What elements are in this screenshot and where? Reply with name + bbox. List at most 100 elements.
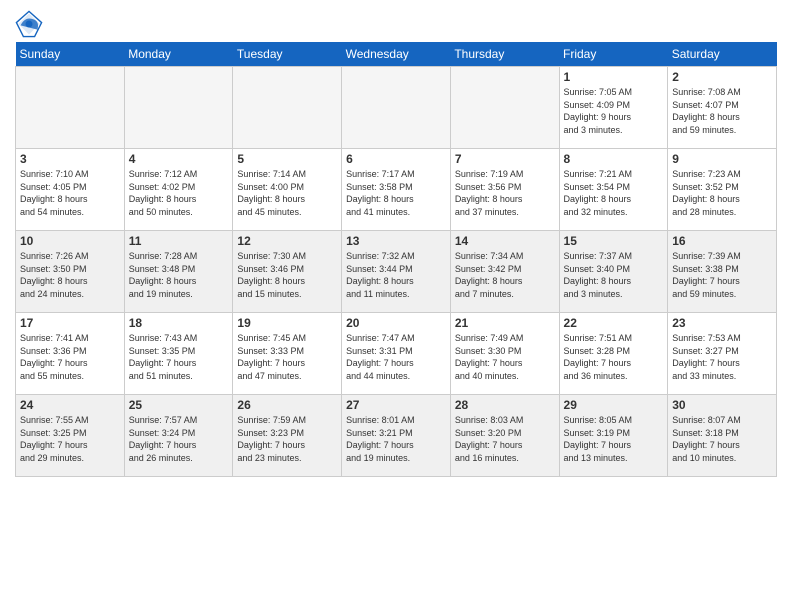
day-info: Sunrise: 7:12 AM Sunset: 4:02 PM Dayligh… [129, 168, 229, 218]
calendar-cell: 29Sunrise: 8:05 AM Sunset: 3:19 PM Dayli… [559, 395, 668, 477]
calendar-cell: 14 Sunrise: 7:34 AM Sunset: 3:42 PM Dayli… [450, 231, 559, 313]
week-row-3: 17 Sunrise: 7:41 AM Sunset: 3:36 PM Dayli… [16, 313, 777, 395]
day-number: 17 [20, 316, 120, 330]
calendar-cell: 11Sunrise: 7:28 AM Sunset: 3:48 PM Dayli… [124, 231, 233, 313]
day-number: 13 [346, 234, 446, 248]
day-number: 7 [455, 152, 555, 166]
week-row-4: 24 Sunrise: 7:55 AM Sunset: 3:25 PM Dayli… [16, 395, 777, 477]
day-number: 26 [237, 398, 337, 412]
day-info: Sunrise: 7:57 AM Sunset: 3:24 PM Dayligh… [129, 414, 229, 464]
day-number: 8 [564, 152, 664, 166]
day-header-friday: Friday [559, 42, 668, 67]
day-info: Sunrise: 7:17 AM Sunset: 3:58 PM Dayligh… [346, 168, 446, 218]
calendar-cell: 1 Sunrise: 7:05 AM Sunset: 4:09 PM Daylig… [559, 67, 668, 149]
calendar-cell: 30 Sunrise: 8:07 AM Sunset: 3:18 PM Dayli… [668, 395, 777, 477]
calendar-cell: 2 Sunrise: 7:08 AM Sunset: 4:07 PM Daylig… [668, 67, 777, 149]
logo [15, 10, 47, 38]
day-number: 27 [346, 398, 446, 412]
calendar-header-row: SundayMondayTuesdayWednesdayThursdayFrid… [16, 42, 777, 67]
day-info: Sunrise: 7:47 AM Sunset: 3:31 PM Dayligh… [346, 332, 446, 382]
calendar-cell: 5 Sunrise: 7:14 AM Sunset: 4:00 PM Daylig… [233, 149, 342, 231]
calendar-cell: 18 Sunrise: 7:43 AM Sunset: 3:35 PM Dayli… [124, 313, 233, 395]
calendar-cell [233, 67, 342, 149]
day-info: Sunrise: 7:05 AM Sunset: 4:09 PM Dayligh… [564, 86, 664, 136]
calendar-cell: 27Sunrise: 8:01 AM Sunset: 3:21 PM Dayli… [342, 395, 451, 477]
week-row-2: 10 Sunrise: 7:26 AM Sunset: 3:50 PM Dayli… [16, 231, 777, 313]
day-number: 2 [672, 70, 772, 84]
calendar-cell: 25 Sunrise: 7:57 AM Sunset: 3:24 PM Dayli… [124, 395, 233, 477]
calendar-cell: 17 Sunrise: 7:41 AM Sunset: 3:36 PM Dayli… [16, 313, 125, 395]
day-number: 15 [564, 234, 664, 248]
day-number: 24 [20, 398, 120, 412]
day-info: Sunrise: 7:55 AM Sunset: 3:25 PM Dayligh… [20, 414, 120, 464]
day-info: Sunrise: 7:45 AM Sunset: 3:33 PM Dayligh… [237, 332, 337, 382]
day-number: 28 [455, 398, 555, 412]
day-info: Sunrise: 7:37 AM Sunset: 3:40 PM Dayligh… [564, 250, 664, 300]
calendar-cell: 9 Sunrise: 7:23 AM Sunset: 3:52 PM Daylig… [668, 149, 777, 231]
day-info: Sunrise: 7:23 AM Sunset: 3:52 PM Dayligh… [672, 168, 772, 218]
day-info: Sunrise: 7:30 AM Sunset: 3:46 PM Dayligh… [237, 250, 337, 300]
calendar-cell: 12 Sunrise: 7:30 AM Sunset: 3:46 PM Dayli… [233, 231, 342, 313]
day-info: Sunrise: 7:19 AM Sunset: 3:56 PM Dayligh… [455, 168, 555, 218]
day-info: Sunrise: 7:08 AM Sunset: 4:07 PM Dayligh… [672, 86, 772, 136]
calendar-cell: 16 Sunrise: 7:39 AM Sunset: 3:38 PM Dayli… [668, 231, 777, 313]
day-info: Sunrise: 7:14 AM Sunset: 4:00 PM Dayligh… [237, 168, 337, 218]
day-number: 3 [20, 152, 120, 166]
day-header-saturday: Saturday [668, 42, 777, 67]
day-number: 14 [455, 234, 555, 248]
day-info: Sunrise: 7:49 AM Sunset: 3:30 PM Dayligh… [455, 332, 555, 382]
week-row-0: 1 Sunrise: 7:05 AM Sunset: 4:09 PM Daylig… [16, 67, 777, 149]
calendar-cell [16, 67, 125, 149]
day-header-thursday: Thursday [450, 42, 559, 67]
calendar-cell: 6Sunrise: 7:17 AM Sunset: 3:58 PM Daylig… [342, 149, 451, 231]
day-number: 18 [129, 316, 229, 330]
day-number: 30 [672, 398, 772, 412]
day-number: 25 [129, 398, 229, 412]
day-number: 16 [672, 234, 772, 248]
day-number: 4 [129, 152, 229, 166]
calendar-cell: 7 Sunrise: 7:19 AM Sunset: 3:56 PM Daylig… [450, 149, 559, 231]
day-number: 5 [237, 152, 337, 166]
day-info: Sunrise: 7:26 AM Sunset: 3:50 PM Dayligh… [20, 250, 120, 300]
calendar-table: SundayMondayTuesdayWednesdayThursdayFrid… [15, 42, 777, 477]
day-info: Sunrise: 7:41 AM Sunset: 3:36 PM Dayligh… [20, 332, 120, 382]
day-number: 19 [237, 316, 337, 330]
calendar-cell: 3 Sunrise: 7:10 AM Sunset: 4:05 PM Daylig… [16, 149, 125, 231]
calendar-cell [342, 67, 451, 149]
day-info: Sunrise: 7:51 AM Sunset: 3:28 PM Dayligh… [564, 332, 664, 382]
calendar-cell: 15 Sunrise: 7:37 AM Sunset: 3:40 PM Dayli… [559, 231, 668, 313]
calendar-cell [450, 67, 559, 149]
day-number: 9 [672, 152, 772, 166]
calendar-cell: 28Sunrise: 8:03 AM Sunset: 3:20 PM Dayli… [450, 395, 559, 477]
day-info: Sunrise: 7:43 AM Sunset: 3:35 PM Dayligh… [129, 332, 229, 382]
day-header-monday: Monday [124, 42, 233, 67]
day-header-tuesday: Tuesday [233, 42, 342, 67]
day-info: Sunrise: 8:07 AM Sunset: 3:18 PM Dayligh… [672, 414, 772, 464]
calendar-cell: 22Sunrise: 7:51 AM Sunset: 3:28 PM Dayli… [559, 313, 668, 395]
day-info: Sunrise: 7:39 AM Sunset: 3:38 PM Dayligh… [672, 250, 772, 300]
day-number: 23 [672, 316, 772, 330]
calendar-cell [124, 67, 233, 149]
day-info: Sunrise: 8:05 AM Sunset: 3:19 PM Dayligh… [564, 414, 664, 464]
day-number: 11 [129, 234, 229, 248]
day-info: Sunrise: 7:21 AM Sunset: 3:54 PM Dayligh… [564, 168, 664, 218]
day-info: Sunrise: 7:34 AM Sunset: 3:42 PM Dayligh… [455, 250, 555, 300]
day-info: Sunrise: 7:59 AM Sunset: 3:23 PM Dayligh… [237, 414, 337, 464]
day-info: Sunrise: 7:32 AM Sunset: 3:44 PM Dayligh… [346, 250, 446, 300]
calendar-cell: 10 Sunrise: 7:26 AM Sunset: 3:50 PM Dayli… [16, 231, 125, 313]
logo-icon [15, 10, 43, 38]
calendar-cell: 8 Sunrise: 7:21 AM Sunset: 3:54 PM Daylig… [559, 149, 668, 231]
header [15, 10, 777, 38]
day-number: 10 [20, 234, 120, 248]
calendar-cell: 23 Sunrise: 7:53 AM Sunset: 3:27 PM Dayli… [668, 313, 777, 395]
day-info: Sunrise: 7:53 AM Sunset: 3:27 PM Dayligh… [672, 332, 772, 382]
day-number: 21 [455, 316, 555, 330]
day-number: 20 [346, 316, 446, 330]
calendar-cell: 13 Sunrise: 7:32 AM Sunset: 3:44 PM Dayli… [342, 231, 451, 313]
day-number: 12 [237, 234, 337, 248]
page-container: SundayMondayTuesdayWednesdayThursdayFrid… [0, 0, 792, 482]
day-header-wednesday: Wednesday [342, 42, 451, 67]
calendar-cell: 20 Sunrise: 7:47 AM Sunset: 3:31 PM Dayli… [342, 313, 451, 395]
day-number: 1 [564, 70, 664, 84]
day-info: Sunrise: 7:10 AM Sunset: 4:05 PM Dayligh… [20, 168, 120, 218]
